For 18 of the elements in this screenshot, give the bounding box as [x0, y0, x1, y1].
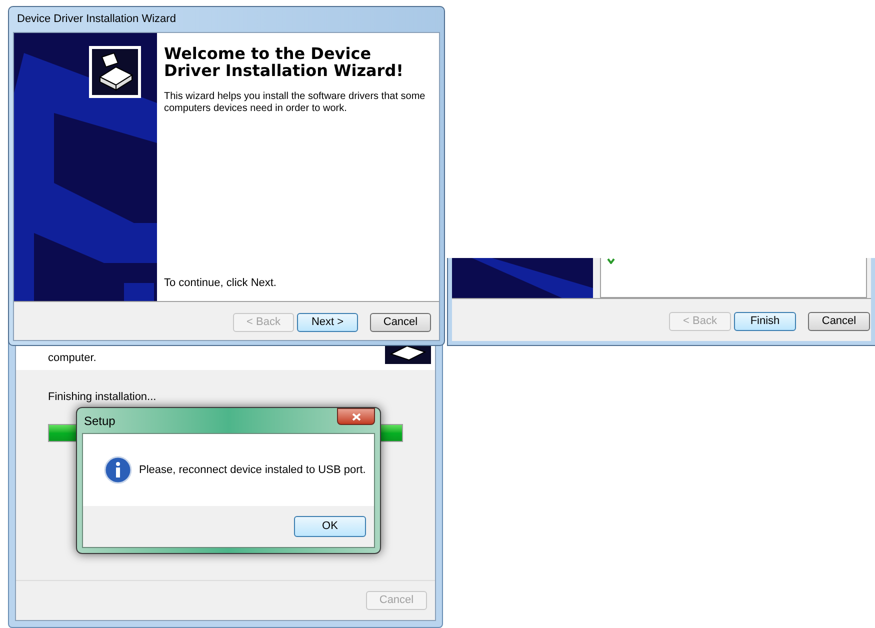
wizard-heading: Welcome to the Device Driver Installation Wizard! — [164, 45, 404, 79]
info-icon — [104, 456, 132, 484]
dialog-button[interactable]: Next > — [297, 313, 358, 332]
dialog-button[interactable]: Cancel — [808, 312, 870, 331]
close-icon — [352, 412, 360, 420]
description-text: computer. — [48, 350, 96, 366]
dialog-button[interactable]: Finish — [734, 312, 796, 331]
drive-icon — [89, 46, 141, 98]
dialog-button[interactable]: OK — [294, 516, 366, 537]
continue-hint: To continue, click Next. — [164, 276, 278, 290]
checkmark-icon — [607, 258, 615, 264]
close-button[interactable] — [337, 408, 375, 425]
dialog-message: Please, reconnect device instaled to USB port. — [139, 462, 366, 478]
dialog-title: Setup — [84, 412, 116, 430]
wizard-description: This wizard helps you install the software drivers that some computers devices need in order to work. — [164, 91, 426, 115]
dialog-button[interactable]: Cancel — [370, 313, 431, 332]
status-text: Finishing installation... — [48, 391, 156, 403]
window-title: Device Driver Installation Wizard — [17, 12, 176, 28]
